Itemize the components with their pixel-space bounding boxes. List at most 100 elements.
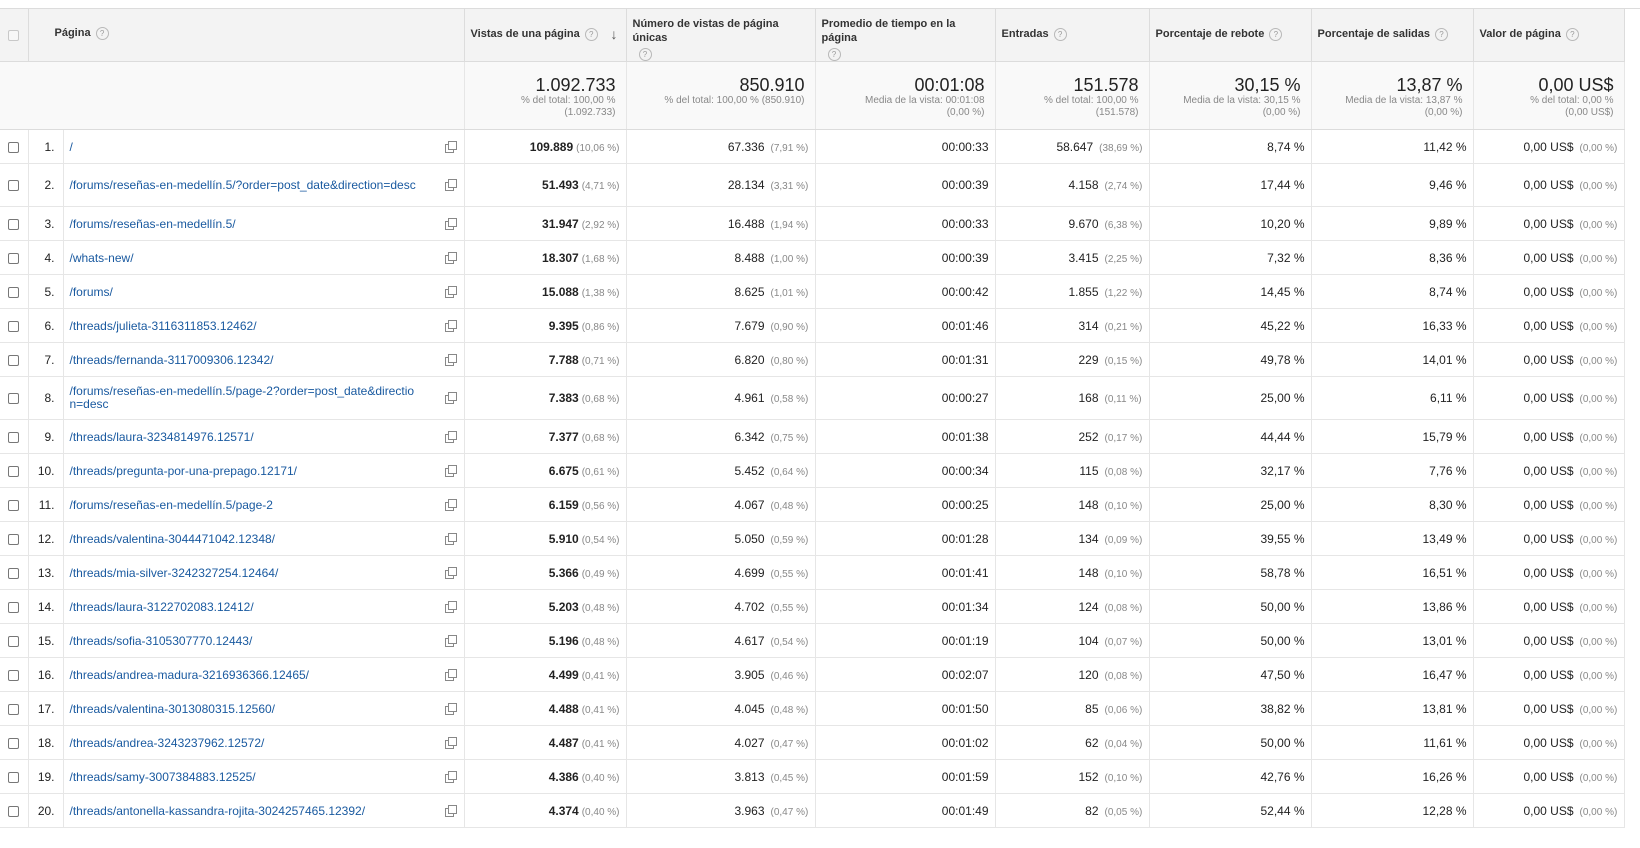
page-link[interactable]: /threads/julieta-3116311853.12462/ (70, 319, 420, 333)
row-select-cell[interactable] (0, 453, 29, 488)
col-header-rebote[interactable]: Porcentaje de rebote? (1149, 9, 1312, 62)
page-link[interactable]: /threads/valentina-3013080315.12560/ (70, 702, 420, 716)
sort-desc-arrow-icon[interactable]: ↓ (611, 27, 618, 41)
open-external-icon[interactable] (444, 532, 457, 545)
row-select-cell[interactable] (0, 274, 29, 309)
col-header-promedio[interactable]: Promedio de tiempo en la página? (815, 9, 996, 62)
help-icon[interactable]: ? (584, 27, 598, 41)
row-checkbox[interactable] (8, 601, 20, 613)
row-select-cell[interactable] (0, 487, 29, 522)
row-select-cell[interactable] (0, 623, 29, 658)
open-external-icon[interactable] (444, 770, 457, 783)
col-header-pagina[interactable]: Página? (28, 9, 465, 62)
open-external-icon[interactable] (444, 217, 457, 230)
row-select-cell[interactable] (0, 793, 29, 828)
help-icon[interactable]: ? (638, 48, 652, 61)
row-select-cell[interactable] (0, 691, 29, 726)
col-header-salidas[interactable]: Porcentaje de salidas? (1311, 9, 1474, 62)
col-header-entradas[interactable]: Entradas? (995, 9, 1150, 62)
select-all-checkbox[interactable] (8, 29, 20, 41)
col-header-valor[interactable]: Valor de página? (1473, 9, 1625, 62)
page-link[interactable]: / (70, 140, 420, 154)
open-external-icon[interactable] (444, 566, 457, 579)
row-checkbox[interactable] (8, 354, 20, 366)
row-checkbox[interactable] (8, 180, 20, 192)
row-checkbox[interactable] (8, 703, 20, 715)
help-icon[interactable]: ? (95, 26, 109, 40)
row-checkbox[interactable] (8, 431, 20, 443)
page-link[interactable]: /threads/andrea-madura-3216936366.12465/ (70, 668, 420, 682)
page-link[interactable]: /threads/laura-3234814976.12571/ (70, 430, 420, 444)
row-checkbox[interactable] (8, 635, 20, 647)
page-link[interactable]: /forums/reseñas-en-medellín.5/?order=pos… (70, 179, 420, 192)
row-select-cell[interactable] (0, 376, 29, 420)
select-all-cell[interactable] (0, 9, 29, 62)
open-external-icon[interactable] (444, 392, 457, 404)
row-select-cell[interactable] (0, 555, 29, 590)
help-icon[interactable]: ? (1053, 27, 1067, 41)
entradas-value: 148 (1078, 497, 1099, 512)
open-external-icon[interactable] (444, 464, 457, 477)
row-checkbox[interactable] (8, 499, 20, 511)
page-link[interactable]: /forums/ (70, 285, 420, 299)
page-link[interactable]: /threads/pregunta-por-una-prepago.12171/ (70, 464, 420, 478)
open-external-icon[interactable] (444, 736, 457, 749)
row-checkbox[interactable] (8, 465, 20, 477)
page-link[interactable]: /threads/andrea-3243237962.12572/ (70, 736, 420, 750)
row-checkbox[interactable] (8, 567, 20, 579)
open-external-icon[interactable] (444, 498, 457, 511)
help-icon[interactable]: ? (827, 48, 841, 61)
row-checkbox[interactable] (8, 737, 20, 749)
page-link[interactable]: /forums/reseñas-en-medellín.5/page-2?ord… (70, 385, 420, 411)
row-select-cell[interactable] (0, 589, 29, 624)
open-external-icon[interactable] (444, 804, 457, 817)
row-select-cell[interactable] (0, 419, 29, 454)
open-external-icon[interactable] (444, 353, 457, 366)
row-checkbox[interactable] (8, 320, 20, 332)
help-icon[interactable]: ? (1269, 27, 1283, 41)
page-link[interactable]: /threads/laura-3122702083.12412/ (70, 600, 420, 614)
row-select-cell[interactable] (0, 240, 29, 275)
row-select-cell[interactable] (0, 657, 29, 692)
row-checkbox[interactable] (8, 771, 20, 783)
help-icon[interactable]: ? (1435, 27, 1449, 41)
page-link[interactable]: /threads/sofia-3105307770.12443/ (70, 634, 420, 648)
page-link[interactable]: /threads/mia-silver-3242327254.12464/ (70, 566, 420, 580)
col-header-vistas[interactable]: ↓ Vistas de una página? (464, 9, 627, 62)
open-external-icon[interactable] (444, 140, 457, 153)
row-checkbox[interactable] (8, 393, 20, 405)
row-checkbox[interactable] (8, 218, 20, 230)
row-select-cell[interactable] (0, 163, 29, 207)
open-external-icon[interactable] (444, 251, 457, 264)
row-select-cell[interactable] (0, 342, 29, 377)
open-external-icon[interactable] (444, 285, 457, 298)
row-select-cell[interactable] (0, 725, 29, 760)
row-select-cell[interactable] (0, 206, 29, 241)
row-checkbox[interactable] (8, 669, 20, 681)
row-select-cell[interactable] (0, 521, 29, 556)
open-external-icon[interactable] (444, 634, 457, 647)
page-link[interactable]: /threads/valentina-3044471042.12348/ (70, 532, 420, 546)
open-external-icon[interactable] (444, 319, 457, 332)
row-checkbox[interactable] (8, 805, 20, 817)
open-external-icon[interactable] (444, 702, 457, 715)
page-link[interactable]: /forums/reseñas-en-medellín.5/ (70, 217, 420, 231)
row-select-cell[interactable] (0, 759, 29, 794)
row-select-cell[interactable] (0, 129, 29, 164)
open-external-icon[interactable] (444, 668, 457, 681)
page-link[interactable]: /threads/fernanda-3117009306.12342/ (70, 353, 420, 367)
col-header-unicas[interactable]: Número de vistas de página únicas? (626, 9, 816, 62)
open-external-icon[interactable] (444, 430, 457, 443)
page-link[interactable]: /threads/samy-3007384883.12525/ (70, 770, 420, 784)
row-checkbox[interactable] (8, 286, 20, 298)
open-external-icon[interactable] (444, 179, 457, 191)
open-external-icon[interactable] (444, 600, 457, 613)
row-checkbox[interactable] (8, 141, 20, 153)
row-select-cell[interactable] (0, 308, 29, 343)
help-icon[interactable]: ? (1565, 27, 1579, 41)
page-link[interactable]: /forums/reseñas-en-medellín.5/page-2 (70, 498, 420, 512)
page-link[interactable]: /whats-new/ (70, 251, 420, 265)
row-checkbox[interactable] (8, 533, 20, 545)
row-checkbox[interactable] (8, 252, 20, 264)
page-link[interactable]: /threads/antonella-kassandra-rojita-3024… (70, 804, 420, 818)
